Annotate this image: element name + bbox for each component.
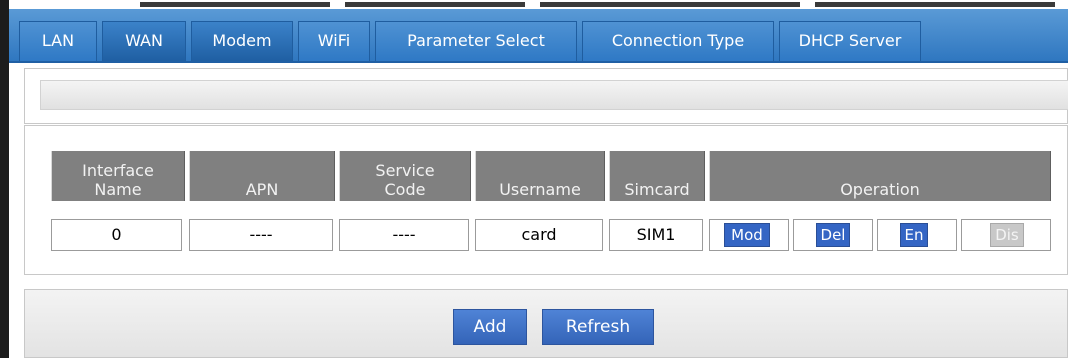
cell-service-code: ---- (339, 219, 469, 251)
delete-button[interactable]: Del (816, 223, 850, 247)
action-bar: Add Refresh (24, 289, 1068, 358)
cell-interface-name: 0 (51, 219, 182, 251)
cell-op-del: Del (793, 219, 873, 251)
mod-button[interactable]: Mod (724, 223, 770, 247)
header-simcard: Simcard (609, 151, 705, 201)
top-border (0, 0, 1068, 9)
cell-op-mod: Mod (709, 219, 789, 251)
tab-wan[interactable]: WAN (102, 21, 186, 61)
header-interface-name: Interface Name (51, 151, 185, 201)
cell-apn: ---- (189, 219, 333, 251)
cell-simcard: SIM1 (609, 219, 703, 251)
header-apn: APN (189, 151, 335, 201)
tab-bar: LAN WAN Modem WiFi Parameter Select Conn… (9, 9, 1068, 63)
tab-parameter-select[interactable]: Parameter Select (375, 21, 577, 61)
enable-button[interactable]: En (900, 223, 928, 247)
left-border (0, 0, 9, 358)
info-strip (40, 80, 1068, 110)
refresh-button[interactable]: Refresh (542, 309, 654, 345)
cell-op-en: En (877, 219, 957, 251)
tab-modem[interactable]: Modem (191, 21, 293, 61)
cell-op-dis: Dis (961, 219, 1051, 251)
tab-wifi[interactable]: WiFi (298, 21, 370, 61)
modem-table-panel: Interface Name APN Service Code Username… (24, 125, 1068, 275)
info-panel (24, 68, 1068, 124)
tab-dhcp-server[interactable]: DHCP Server (779, 21, 921, 61)
add-button[interactable]: Add (453, 309, 527, 345)
disable-button[interactable]: Dis (990, 223, 1024, 247)
main-frame: LAN WAN Modem WiFi Parameter Select Conn… (9, 9, 1068, 358)
header-service-code: Service Code (339, 151, 471, 201)
tab-lan[interactable]: LAN (19, 21, 97, 61)
tab-connection-type[interactable]: Connection Type (582, 21, 774, 61)
header-username: Username (475, 151, 605, 201)
cell-username: card (475, 219, 603, 251)
header-operation: Operation (709, 151, 1051, 201)
